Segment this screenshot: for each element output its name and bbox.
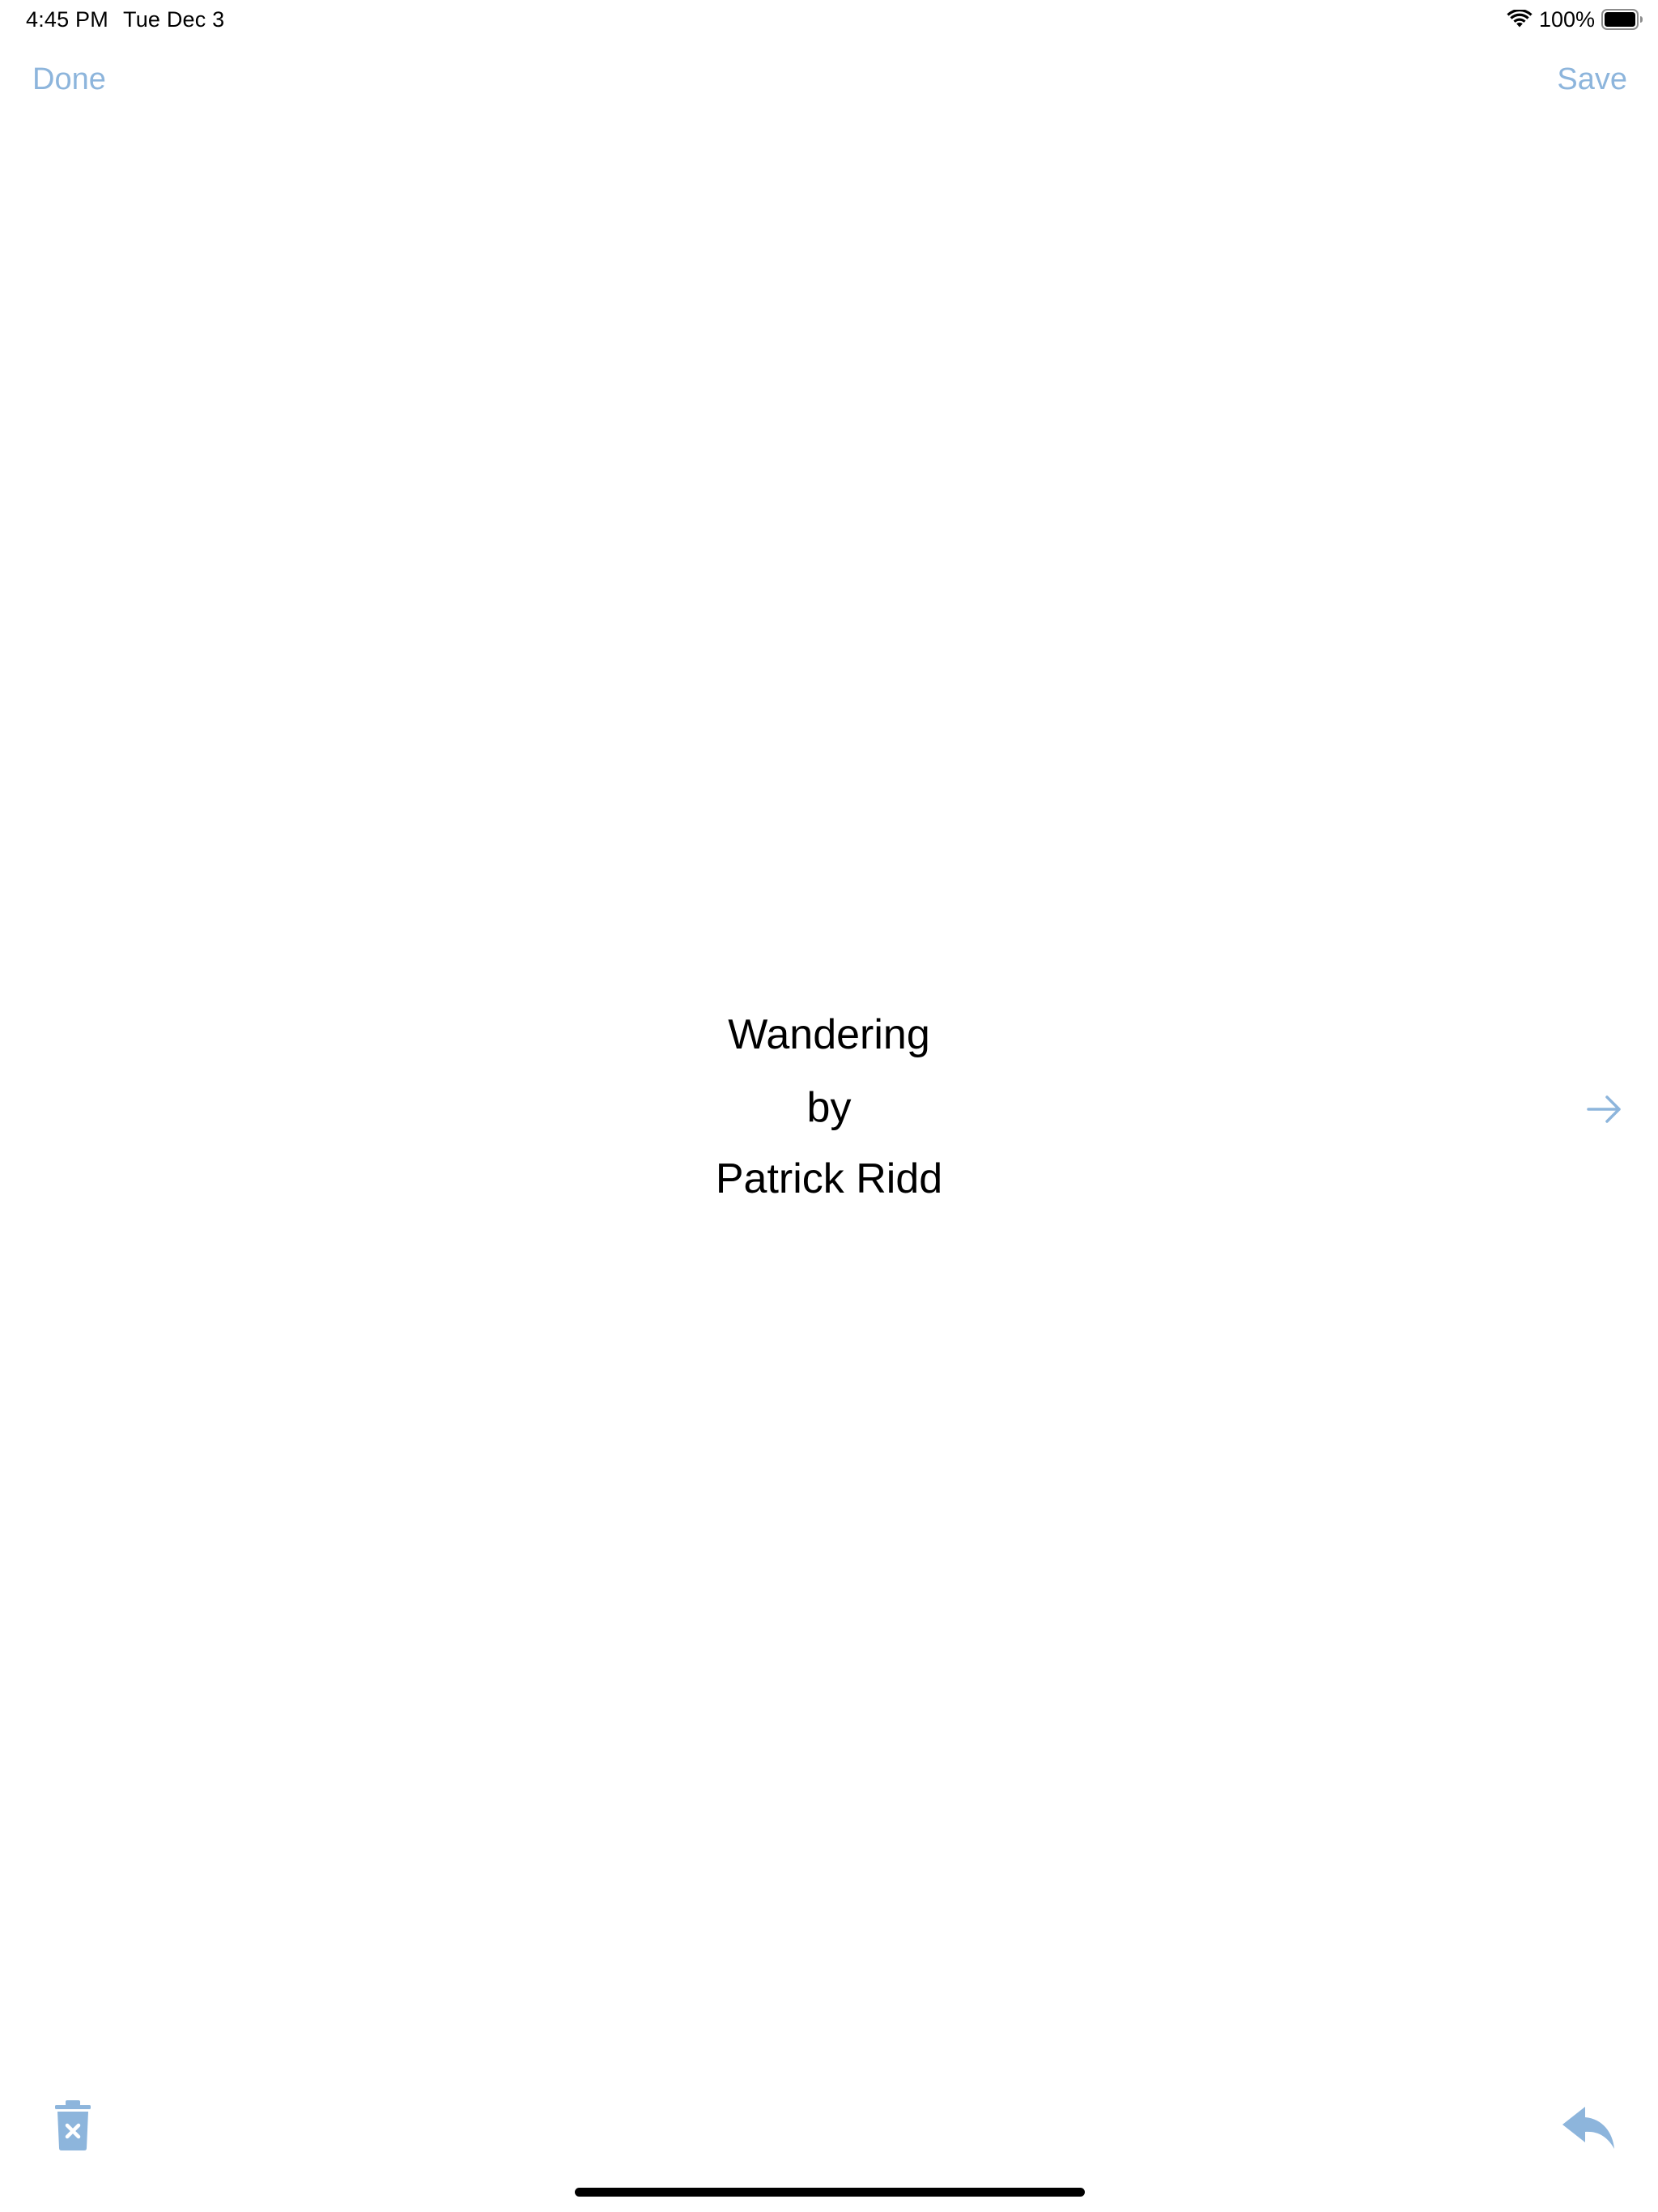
wifi-icon [1507,10,1533,28]
battery-percent: 100% [1538,7,1595,32]
status-bar: 4:45 PM Tue Dec 3 100% [0,0,1658,39]
trash-icon[interactable] [53,2100,92,2150]
by-label: by [806,1084,852,1131]
book-title: Wandering [728,1011,930,1058]
done-button[interactable]: Done [32,60,106,99]
status-indicators: 100% [1507,6,1643,32]
status-time: 4:45 PM [26,7,108,32]
author-name: Patrick Ridd [715,1155,943,1202]
battery-icon [1601,9,1643,30]
arrow-right-icon[interactable] [1585,1093,1624,1125]
save-button[interactable]: Save [1557,60,1627,99]
reply-icon[interactable] [1561,2105,1616,2150]
status-date: Tue Dec 3 [123,7,225,32]
home-indicator[interactable] [575,2188,1085,2197]
